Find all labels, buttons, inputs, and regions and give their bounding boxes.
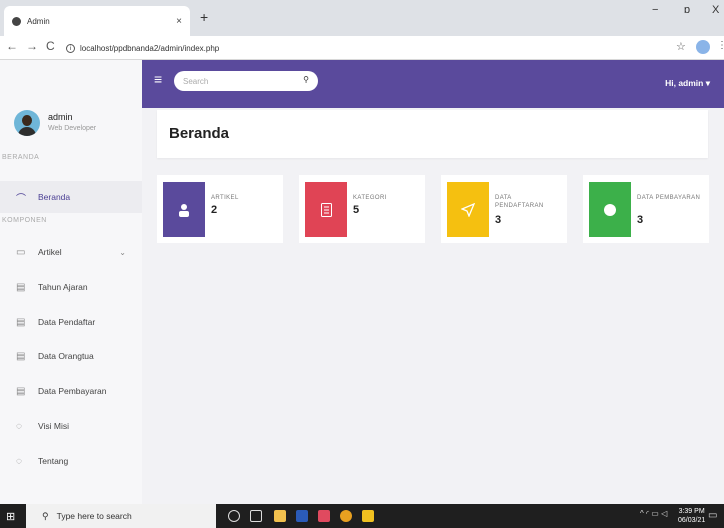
sidebar-item-data-orangtua[interactable]: ▤ Data Orangtua xyxy=(0,340,142,372)
location-pin-icon: ◌ xyxy=(16,420,22,432)
minimize-button[interactable]: − xyxy=(652,4,658,16)
file-icon: ▤ xyxy=(16,385,26,397)
browser-tab[interactable]: Admin × xyxy=(4,6,190,36)
taskbar-search-text: Type here to search xyxy=(56,511,132,521)
stat-card-data-pembayaran[interactable]: DATA PEMBAYARAN 3 xyxy=(583,175,709,243)
chrome-icon[interactable] xyxy=(340,510,352,522)
file-icon: ▤ xyxy=(16,316,26,328)
stat-value: 5 xyxy=(353,204,360,216)
sidebar-item-label: Tahun Ajaran xyxy=(38,282,88,292)
info-icon[interactable]: i xyxy=(66,44,75,53)
user-menu-dropdown[interactable]: Hi, admin ▾ xyxy=(665,78,710,89)
file-explorer-icon[interactable] xyxy=(274,510,286,522)
system-tray[interactable]: ^ ◜ ▭ ◁ xyxy=(640,509,667,518)
search-placeholder: Search xyxy=(183,76,209,86)
notification-icon[interactable]: ▭ xyxy=(708,510,717,521)
url-field[interactable]: i localhost/ppdbnanda2/admin/index.php xyxy=(66,41,666,56)
back-button[interactable]: ← xyxy=(6,39,18,53)
folder-icon: ▭ xyxy=(16,246,26,258)
stat-label: DATA PEMBAYARAN xyxy=(637,195,701,201)
clock-time: 3:39 PM xyxy=(678,508,705,515)
stat-value: 3 xyxy=(495,214,502,226)
sidebar-item-artikel[interactable]: ▭ Artikel ⌄ xyxy=(0,236,142,268)
taskbar-clock[interactable]: 3:39 PM 06/03/21 xyxy=(678,507,705,525)
sidebar-item-label: Visi Misi xyxy=(38,421,70,431)
page-title: Beranda xyxy=(169,125,230,142)
browser-menu-icon[interactable]: ⋮ xyxy=(717,40,724,51)
section-beranda: BERANDA xyxy=(2,154,40,161)
windows-taskbar: ⊞ ⚲ Type here to search ^ ◜ ▭ ◁ 3:39 PM … xyxy=(0,504,724,528)
clock-date: 06/03/21 xyxy=(678,517,706,524)
stat-card-kategori[interactable]: KATEGORI 5 xyxy=(299,175,425,243)
app-icon[interactable] xyxy=(362,510,374,522)
maximize-button[interactable]: ɒ xyxy=(684,4,690,16)
dashboard-icon: ⌒ xyxy=(16,193,26,205)
windows-start-icon[interactable]: ⊞ xyxy=(6,510,15,523)
document-icon xyxy=(305,182,347,237)
window-close-button[interactable]: X xyxy=(712,4,719,16)
forward-button[interactable]: → xyxy=(26,39,38,53)
stat-value: 3 xyxy=(637,214,644,226)
profile-avatar-icon[interactable] xyxy=(696,40,710,54)
sidebar-item-tahun-ajaran[interactable]: ▤ Tahun Ajaran xyxy=(0,271,142,303)
new-tab-button[interactable]: + xyxy=(200,9,208,25)
chevron-down-icon[interactable]: ⌄ xyxy=(119,248,126,257)
bookmark-star-icon[interactable]: ☆ xyxy=(676,40,686,53)
tab-close-button[interactable]: × xyxy=(176,16,182,27)
reload-button[interactable]: C xyxy=(46,39,55,53)
search-icon[interactable]: ⚲ xyxy=(303,75,309,84)
hamburger-menu-icon[interactable]: ≡ xyxy=(154,71,162,87)
circle-icon xyxy=(589,182,631,237)
sidebar-item-label: Beranda xyxy=(38,192,71,202)
user-role: Web Developer xyxy=(48,125,97,132)
stat-label: KATEGORI xyxy=(353,195,387,201)
sidebar-item-label: Artikel xyxy=(38,247,62,257)
sidebar-item-data-pembayaran[interactable]: ▤ Data Pembayaran xyxy=(0,375,142,407)
stat-card-data-pendaftaran[interactable]: DATA PENDAFTARAN 3 xyxy=(441,175,567,243)
browser-tab-bar: Admin × + − ɒ X xyxy=(0,0,724,36)
task-view-icon[interactable] xyxy=(250,510,262,522)
address-bar: ← → C i localhost/ppdbnanda2/admin/index… xyxy=(0,36,724,60)
sidebar-item-label: Data Pendaftar xyxy=(38,317,96,327)
top-header: ≡ Search ⚲ Hi, admin ▾ xyxy=(142,60,724,108)
stat-value: 2 xyxy=(211,204,218,216)
tab-title: Admin xyxy=(27,16,50,26)
search-input[interactable]: Search ⚲ xyxy=(174,71,318,91)
sidebar-item-label: Tentang xyxy=(38,456,69,466)
url-text: localhost/ppdbnanda2/admin/index.php xyxy=(80,44,220,53)
sidebar-item-label: Data Orangtua xyxy=(38,351,94,361)
section-komponen: KOMPONEN xyxy=(2,217,47,224)
sidebar-item-tentang[interactable]: ◌ Tentang xyxy=(0,445,142,477)
file-icon: ▤ xyxy=(16,350,26,362)
file-icon: ▤ xyxy=(16,281,26,293)
taskbar-search-input[interactable]: ⚲ Type here to search xyxy=(26,504,216,528)
sidebar-item-visi-misi[interactable]: ◌ Visi Misi xyxy=(0,410,142,442)
send-icon xyxy=(447,182,489,237)
stat-label: ARTIKEL xyxy=(211,195,239,201)
sidebar: admin Web Developer BERANDA ⌒ Beranda KO… xyxy=(0,60,142,504)
page-title-card: Beranda xyxy=(157,110,708,158)
user-name: admin xyxy=(48,112,73,122)
location-pin-icon: ◌ xyxy=(16,455,22,467)
sidebar-item-label: Data Pembayaran xyxy=(38,386,107,396)
word-icon[interactable] xyxy=(296,510,308,522)
stat-card-artikel[interactable]: ARTIKEL 2 xyxy=(157,175,283,243)
cortana-icon[interactable] xyxy=(228,510,240,522)
app-icon[interactable] xyxy=(318,510,330,522)
search-icon: ⚲ xyxy=(42,510,49,521)
person-icon xyxy=(163,182,205,237)
sidebar-item-beranda[interactable]: ⌒ Beranda xyxy=(0,181,142,213)
stat-label: DATA PENDAFTARAN xyxy=(495,195,544,209)
favicon-icon xyxy=(12,16,21,26)
avatar xyxy=(14,110,40,136)
sidebar-item-data-pendaftar[interactable]: ▤ Data Pendaftar xyxy=(0,306,142,338)
